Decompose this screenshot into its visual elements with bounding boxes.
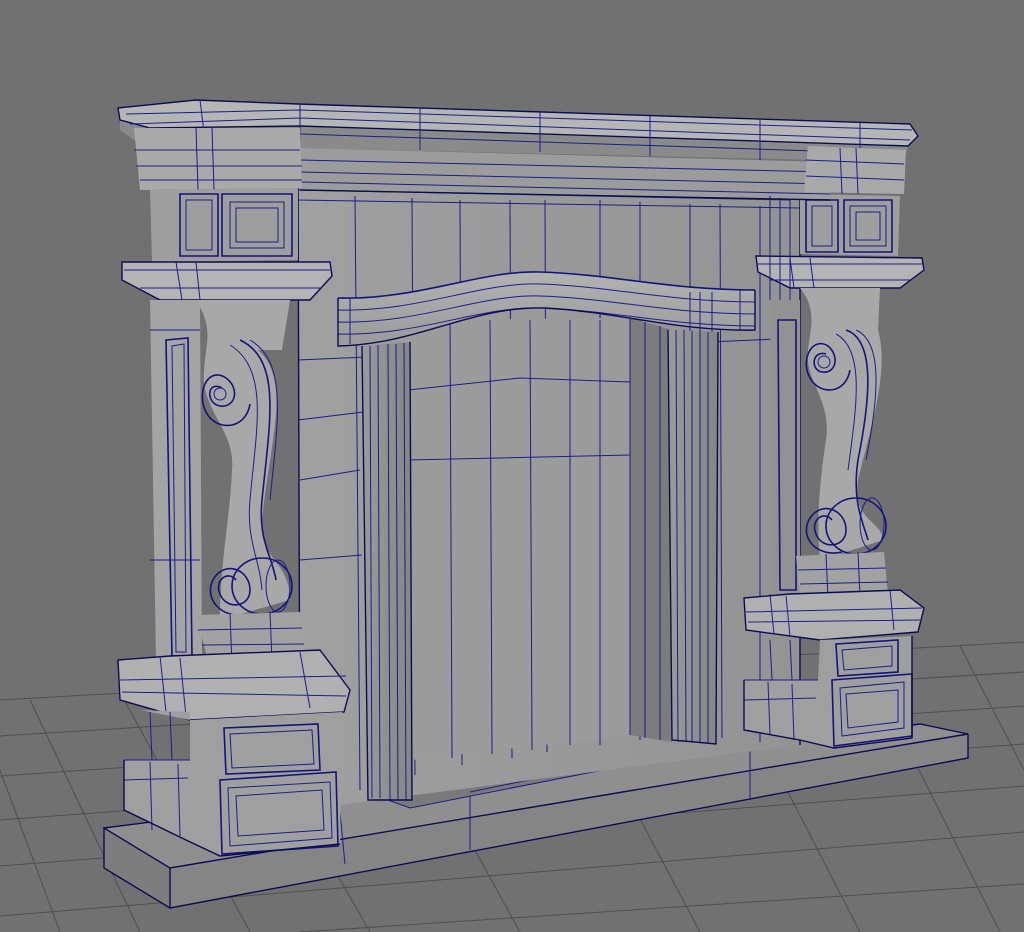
left-inner-pilaster [361, 341, 413, 801]
right-inner-pilaster [667, 329, 719, 745]
viewport-canvas[interactable] [0, 0, 1024, 932]
firebox-opening [407, 318, 672, 760]
3d-viewport[interactable] [0, 0, 1024, 932]
